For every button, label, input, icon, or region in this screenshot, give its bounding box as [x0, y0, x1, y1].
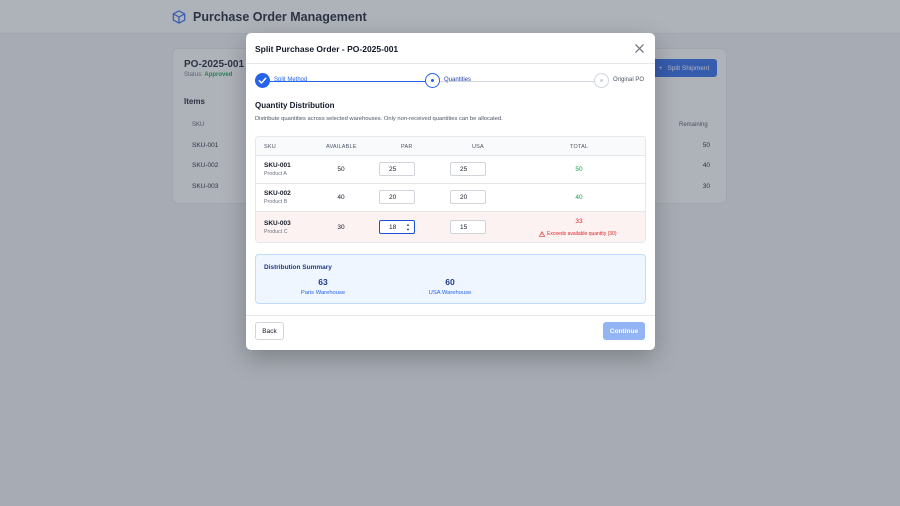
available-qty: 40 [337, 194, 345, 201]
summary-title: Distribution Summary [264, 264, 332, 271]
close-icon[interactable] [634, 43, 645, 54]
distribution-summary: Distribution Summary 63 Paris Warehouse … [255, 254, 646, 304]
column-header-sku: SKU [264, 144, 276, 150]
step-original-po[interactable] [594, 73, 609, 88]
available-qty: 50 [337, 166, 345, 173]
modal-title: Split Purchase Order - PO-2025-001 [255, 44, 399, 54]
error-message: Exceeds available quantity (30) [539, 231, 617, 237]
table-header: SKU AVAILABLE PAR USA TOTAL [256, 137, 645, 156]
usa-qty-input[interactable]: 25 [450, 162, 486, 176]
step-label: Quantities [444, 77, 472, 83]
column-header-par: PAR [401, 144, 413, 150]
step-split-method[interactable] [255, 73, 270, 88]
sku-code: SKU-001 [264, 162, 291, 169]
usa-qty-input[interactable]: 20 [450, 190, 486, 204]
available-qty: 30 [337, 224, 345, 231]
usa-qty-input[interactable]: 15 [450, 220, 486, 234]
warning-icon [539, 231, 545, 237]
par-qty-input[interactable]: 25 [379, 162, 415, 176]
row-total: 40 [575, 194, 583, 201]
summary-paris-label: Paris Warehouse [300, 290, 346, 296]
sku-code: SKU-003 [264, 220, 291, 227]
row-total: 33 [575, 218, 583, 225]
column-header-usa: USA [472, 144, 484, 150]
step-label: Split Method [274, 77, 308, 83]
step-dot-icon [599, 78, 603, 82]
continue-button[interactable]: Continue [603, 322, 645, 340]
product-name: Product C [264, 229, 288, 235]
modal-header: Split Purchase Order - PO-2025-001 [246, 33, 655, 64]
row-total: 50 [575, 166, 583, 173]
step-dot-icon [430, 78, 434, 82]
modal-footer-divider [246, 315, 655, 316]
split-po-modal: Split Purchase Order - PO-2025-001 Split… [246, 33, 655, 350]
par-qty-input[interactable]: 20 [379, 190, 415, 204]
column-header-total: TOTAL [570, 144, 589, 150]
product-name: Product B [264, 199, 288, 205]
number-spinner-icon[interactable]: ▲ ▼ [406, 222, 410, 232]
check-icon [258, 77, 267, 84]
quantity-table: SKU AVAILABLE PAR USA TOTAL SKU-001 Prod… [255, 136, 646, 243]
par-qty-input[interactable]: 18 ▲ ▼ [379, 220, 415, 234]
table-row-error: SKU-003 Product C 30 18 ▲ ▼ 15 33 Exceeds… [256, 212, 645, 242]
step-quantities[interactable] [425, 73, 440, 88]
section-title: Quantity Distribution [255, 101, 335, 110]
summary-usa-label: USA Warehouse [428, 290, 472, 296]
section-description: Distribute quantities across selected wa… [255, 116, 503, 122]
sku-code: SKU-002 [264, 190, 291, 197]
table-row: SKU-001 Product A 50 25 25 50 [256, 156, 645, 184]
product-name: Product A [264, 171, 287, 177]
column-header-available: AVAILABLE [326, 144, 357, 150]
table-row: SKU-002 Product B 40 20 20 40 [256, 184, 645, 212]
stepper: Split Method Quantities Original PO [255, 73, 646, 89]
summary-usa-total: 60 [445, 277, 455, 287]
back-button[interactable]: Back [255, 322, 284, 340]
step-label: Original PO [613, 77, 645, 83]
summary-paris-total: 63 [318, 277, 328, 287]
